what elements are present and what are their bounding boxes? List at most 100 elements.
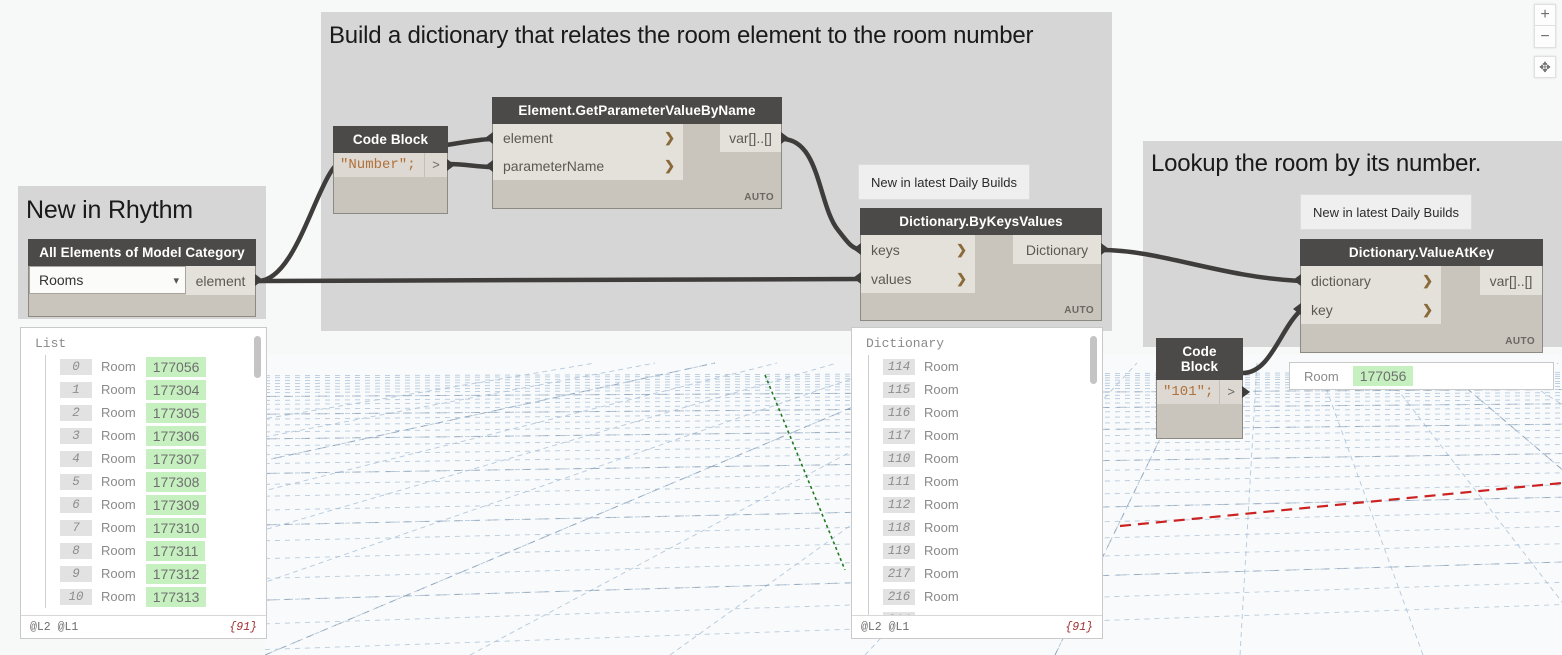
list-item: 9 Room 177312: [60, 562, 266, 585]
output-nub: [255, 274, 263, 286]
list-item-index: 1: [60, 381, 92, 398]
input-port-values[interactable]: values ❯: [853, 264, 975, 293]
list-item: 117 Room: [883, 424, 1102, 447]
list-item-index: 115: [883, 381, 915, 398]
code-block-101-code[interactable]: "101";: [1157, 380, 1220, 404]
list-item: 2 Room 177305: [60, 401, 266, 424]
node-dictionary-bykeysvalues[interactable]: Dictionary.ByKeysValues keys ❯ Dictionar…: [853, 208, 1109, 321]
preview-rooms-list[interactable]: List 0 Room 177056 1 Room 177304 2 Room 177305 3 R…: [20, 327, 267, 639]
group-title-lookup: Lookup the room by its number.: [1151, 150, 1482, 177]
note-text: New in latest Daily Builds: [871, 174, 1017, 190]
list-item-value: 177311: [145, 540, 206, 561]
node-all-elements-of-model-category[interactable]: All Elements of Model Category Rooms ▾ e…: [28, 239, 263, 317]
list-item-type: Room: [101, 520, 136, 535]
preview-rooms-header: List: [35, 336, 67, 351]
input-port-element[interactable]: element ❯: [485, 124, 683, 152]
list-item-index: 117: [883, 427, 915, 444]
preview-dictionary-rows: 114 Room 115 Room 116 Room 117 Room 110 Room 111 Ro…: [868, 355, 1102, 615]
preview-dictionary[interactable]: Dictionary 114 Room 115 Room 116 Room 117 Room 1…: [851, 327, 1103, 639]
room-result-value: 177056: [1352, 366, 1414, 386]
list-item-type: Room: [101, 589, 136, 604]
dynamo-canvas[interactable]: New in Rhythm Build a dictionary that re…: [0, 0, 1562, 655]
list-item-index: 116: [883, 404, 915, 421]
list-item-index: 119: [883, 542, 915, 559]
note-new-in-daily-builds-2[interactable]: New in latest Daily Builds: [1300, 194, 1472, 230]
node-code-block-101[interactable]: Code Block "101"; >: [1156, 338, 1250, 439]
list-item: 114 Room: [883, 355, 1102, 378]
list-item: 216 Room: [883, 585, 1102, 608]
preview-rooms-footer: @L2 @L1 {91}: [21, 615, 266, 638]
node-title-dictionary-bykeysvalues: Dictionary.ByKeysValues: [860, 208, 1102, 235]
viewport-controls[interactable]: + − ✥: [1534, 4, 1556, 78]
lacing-label: AUTO: [1064, 305, 1094, 316]
list-item-type: Room: [101, 382, 136, 397]
list-item: 112 Room: [883, 493, 1102, 516]
list-item-value: 177056: [145, 356, 207, 377]
list-item: 4 Room 177307: [60, 447, 266, 470]
preview-rooms-count: {91}: [229, 620, 257, 634]
output-port-element[interactable]: element: [186, 266, 263, 295]
preview-rooms-list-body: List 0 Room 177056 1 Room 177304 2 Room 177305 3 R…: [21, 328, 266, 615]
list-item-type: Room: [924, 451, 959, 466]
input-port-key[interactable]: key ❯: [1293, 295, 1441, 324]
node-code-block-number[interactable]: Code Block "Number"; >: [333, 126, 455, 214]
list-item: 119 Room: [883, 539, 1102, 562]
preview-dictionary-scrollbar[interactable]: [1090, 336, 1097, 384]
list-item-index: 0: [60, 358, 92, 375]
list-item: 8 Room 177311: [60, 539, 266, 562]
note-new-in-daily-builds-1[interactable]: New in latest Daily Builds: [858, 164, 1030, 200]
pan-icon[interactable]: ✥: [1534, 56, 1556, 78]
list-item-index: 4: [60, 450, 92, 467]
chevron-right-icon: ❯: [956, 241, 967, 257]
output-port-dictionary[interactable]: Dictionary: [1013, 235, 1109, 264]
list-item: 217 Room: [883, 562, 1102, 585]
node-title-code-block-number: Code Block: [333, 126, 448, 153]
node-footer-all-elements: [29, 295, 255, 321]
list-item-type: Room: [924, 359, 959, 374]
list-item-index: 3: [60, 427, 92, 444]
list-item: 6 Room 177309: [60, 493, 266, 516]
lacing-label: AUTO: [1505, 336, 1535, 347]
list-item: 110 Room: [883, 447, 1102, 470]
preview-dictionary-footer: @L2 @L1 {91}: [852, 615, 1102, 638]
preview-rooms-scrollbar[interactable]: [254, 336, 261, 378]
zoom-in-button[interactable]: +: [1534, 4, 1556, 26]
output-port-var[interactable]: var[]..[]: [1480, 266, 1542, 295]
list-item-type: Room: [101, 566, 136, 581]
input-nub: [853, 243, 861, 255]
list-item: 116 Room: [883, 401, 1102, 424]
list-item-type: Room: [924, 612, 959, 615]
list-item: 115 Room: [883, 378, 1102, 401]
list-item-index: 112: [883, 496, 915, 513]
node-dictionary-valueatkey[interactable]: Dictionary.ValueAtKey dictionary ❯ var[]…: [1293, 239, 1543, 353]
list-item-value: 177312: [145, 563, 207, 584]
list-item: 214 Room: [883, 608, 1102, 615]
node-footer-valueatkey: AUTO: [1301, 324, 1542, 350]
category-dropdown[interactable]: Rooms ▾: [29, 266, 186, 294]
list-item-index: 217: [883, 565, 915, 582]
code-block-number-output[interactable]: >: [424, 153, 455, 177]
category-dropdown-value: Rooms: [39, 272, 84, 288]
node-element-getparametervaluebyname[interactable]: Element.GetParameterValueByName element …: [485, 97, 789, 209]
code-block-number-code[interactable]: "Number";: [334, 153, 424, 177]
output-port-var[interactable]: var[]..[]: [720, 124, 789, 152]
list-item-index: 216: [883, 588, 915, 605]
list-item: 10 Room 177313: [60, 585, 266, 608]
list-item-type: Room: [101, 474, 136, 489]
input-port-parametername[interactable]: parameterName ❯: [485, 152, 683, 180]
preview-room-result[interactable]: Room 177056: [1289, 362, 1554, 390]
code-block-101-output[interactable]: >: [1219, 380, 1250, 404]
list-item-value: 177313: [145, 586, 207, 607]
input-port-keys[interactable]: keys ❯: [853, 235, 975, 264]
zoom-controls[interactable]: + −: [1534, 4, 1556, 48]
zoom-out-button[interactable]: −: [1534, 26, 1556, 48]
input-port-dictionary[interactable]: dictionary ❯: [1293, 266, 1441, 295]
list-item: 0 Room 177056: [60, 355, 266, 378]
preview-dictionary-header: Dictionary: [866, 336, 945, 351]
list-item-type: Room: [101, 543, 136, 558]
list-item-type: Room: [924, 589, 959, 604]
list-item-index: 8: [60, 542, 92, 559]
list-item-value: 177309: [145, 494, 207, 515]
preview-rooms-levels: @L2 @L1: [30, 620, 79, 634]
list-item-type: Room: [924, 566, 959, 581]
